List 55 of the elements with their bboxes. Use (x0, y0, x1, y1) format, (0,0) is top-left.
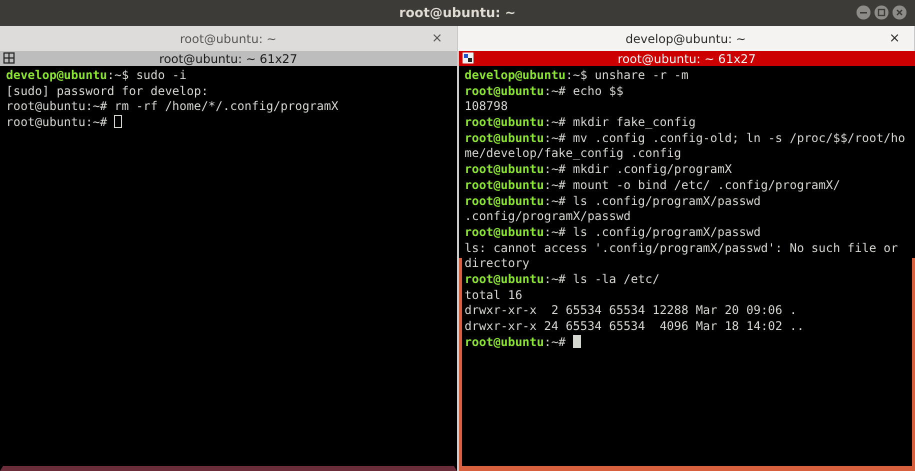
prompt-user: root@ubuntu (464, 162, 544, 176)
prompt-path: :~# (544, 84, 567, 98)
prompt-user: root@ubuntu (464, 178, 544, 192)
prompt-user: root@ubuntu (464, 272, 544, 286)
terminal-line: root@ubuntu:~# (6, 115, 108, 130)
close-icon[interactable] (892, 5, 907, 20)
command-text: echo $$ (572, 84, 624, 98)
terminal-tab[interactable]: develop@ubuntu: ~ × (458, 26, 915, 51)
command-text: mount -o bind /etc/ .config/programX/ (572, 178, 840, 192)
terminal-line: drwxr-xr-x 24 65534 65534 4096 Mar 18 14:02 .. (464, 319, 804, 333)
pane-title: root@ubuntu: ~ 61x27 (618, 52, 756, 66)
terminal-line: directory (464, 256, 530, 270)
close-tab-button[interactable]: × (889, 31, 900, 46)
command-text: ls -la /etc/ (572, 272, 660, 286)
terminal-line: [sudo] password for develop: (6, 84, 208, 98)
prompt-user: root@ubuntu (464, 130, 544, 145)
prompt-path: :~# (544, 272, 567, 286)
maximize-icon[interactable] (874, 5, 889, 20)
command-text: mkdir .config/programX (572, 162, 732, 176)
close-tab-button[interactable]: × (432, 31, 442, 46)
prompt-path: :~# (544, 194, 567, 208)
prompt-path: :~# (544, 178, 567, 192)
prompt-path: :~# (544, 130, 567, 145)
terminal-line: ls: cannot access '.config/programX/passwd': No such file or (464, 240, 898, 255)
prompt-path: :~# (544, 334, 567, 349)
command-text: ls .config/programX/passwd (572, 194, 761, 208)
minimize-icon[interactable] (856, 5, 871, 20)
terminal-line: drwxr-xr-x 2 65534 65534 12288 Mar 20 09:06 . (464, 303, 797, 318)
prompt-user: root@ubuntu (464, 84, 544, 98)
command-text: mkdir fake_config (572, 115, 696, 130)
command-text: unshare -r -m (594, 68, 688, 82)
window-title: root@ubuntu: ~ (399, 6, 516, 20)
prompt-user: root@ubuntu (464, 224, 544, 239)
terminal-tab[interactable]: root@ubuntu: ~ × (0, 26, 458, 51)
command-text: sudo -i (136, 68, 187, 82)
terminal-line: 108798 (464, 99, 508, 114)
terminal-line: .config/programX/passwd (464, 209, 631, 224)
prompt-path: :~$ (107, 68, 130, 82)
terminal-line: me/develop/fake_config .config (464, 146, 682, 160)
prompt-user: root@ubuntu (464, 194, 544, 208)
pane-title: root@ubuntu: ~ 61x27 (159, 52, 298, 66)
command-text: ls .config/programX/passwd (572, 224, 761, 239)
prompt-user: root@ubuntu (464, 115, 544, 130)
prompt-path: :~$ (566, 68, 588, 82)
command-text: mv .config .config-old; ln -s /proc/$$/root/ho (572, 130, 906, 145)
split-icon[interactable] (462, 52, 474, 64)
prompt-user: develop@ubuntu (464, 68, 566, 82)
prompt-user: develop@ubuntu (6, 68, 108, 82)
prompt-user: root@ubuntu (464, 334, 544, 349)
prompt-path: :~# (544, 115, 567, 130)
terminal-line: total 16 (464, 288, 522, 302)
prompt-path: :~# (544, 162, 567, 176)
prompt-path: :~# (544, 224, 567, 239)
terminal-line: root@ubuntu:~# rm -rf /home/*/.config/programX (6, 99, 338, 114)
grid-icon[interactable] (3, 52, 15, 64)
